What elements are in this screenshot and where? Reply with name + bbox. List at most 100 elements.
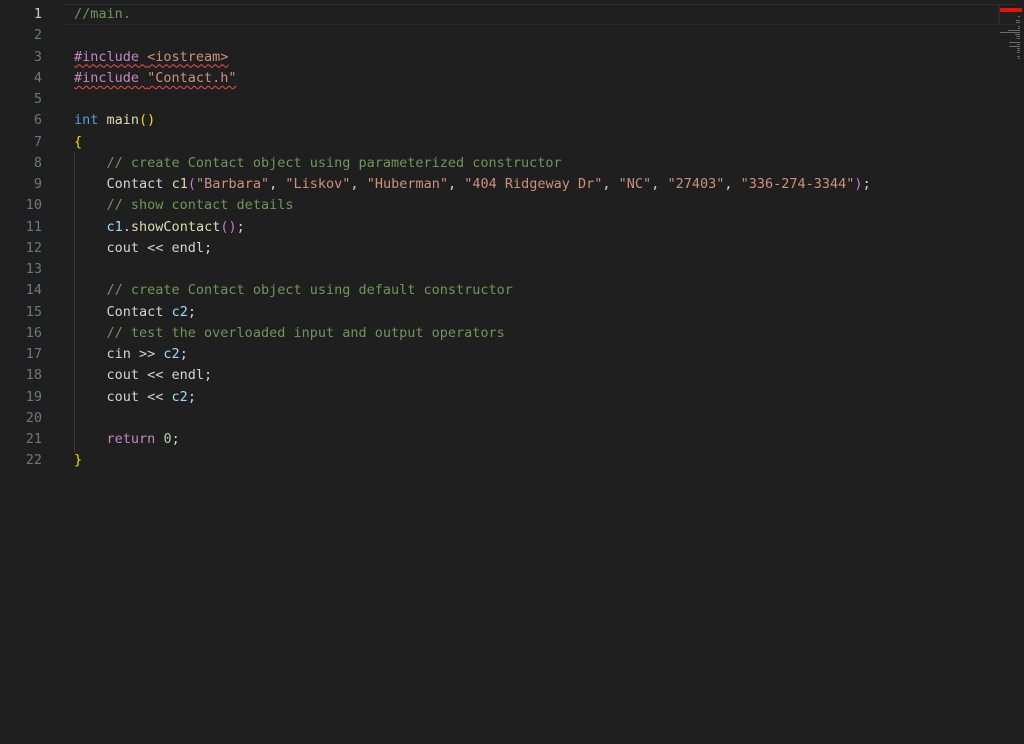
line-number[interactable]: 15 <box>0 302 56 323</box>
code-line[interactable] <box>74 89 984 110</box>
code-line[interactable]: //main. <box>74 4 984 25</box>
minimap-line <box>1000 32 1020 33</box>
code-line[interactable]: // show contact details <box>74 195 984 216</box>
code-line[interactable]: // test the overloaded input and output … <box>74 323 984 344</box>
code-token-comment: //main. <box>74 6 131 22</box>
code-line[interactable] <box>74 25 984 46</box>
code-token-brace1: { <box>74 133 83 150</box>
code-line[interactable]: int main() <box>74 110 984 131</box>
code-token-plain: , <box>724 176 741 192</box>
line-number[interactable]: 9 <box>0 174 56 195</box>
line-number[interactable]: 13 <box>0 259 56 280</box>
minimap-line <box>1018 58 1020 59</box>
code-token-plain: ; <box>862 176 871 192</box>
line-number[interactable]: 6 <box>0 110 56 131</box>
line-number[interactable]: 7 <box>0 132 56 153</box>
code-token-type: Contact <box>106 176 164 192</box>
code-line[interactable]: return 0; <box>74 429 984 450</box>
code-line[interactable]: cout << endl; <box>74 365 984 386</box>
code-token-string: "27403" <box>667 176 725 192</box>
code-token-string: "404 Ridgeway Dr" <box>464 176 603 192</box>
code-line[interactable]: cout << c2; <box>74 387 984 408</box>
line-number[interactable]: 4 <box>0 68 56 89</box>
minimap-line <box>1018 28 1020 29</box>
minimap[interactable] <box>998 0 1024 60</box>
code-token-plain: cout << <box>106 388 172 405</box>
code-token-func: c1 <box>171 176 188 192</box>
code-token-comment: // show contact details <box>106 197 294 214</box>
code-editor[interactable]: 1 2 3 4 5 6 7 8 9 10 11 12 13 14 15 16 17 18 19 20 21 22 //ma… <box>0 0 1024 744</box>
line-number[interactable]: 16 <box>0 323 56 344</box>
code-line[interactable]: cin >> c2; <box>74 344 984 365</box>
code-token-plain: , <box>269 176 286 192</box>
minimap-line <box>1017 52 1020 53</box>
minimap-line <box>1017 48 1020 49</box>
minimap-line <box>1018 26 1020 27</box>
minimap-line <box>1016 20 1020 21</box>
code-line[interactable] <box>74 259 984 280</box>
line-number[interactable]: 12 <box>0 238 56 259</box>
code-line[interactable] <box>74 408 984 429</box>
code-token-string: "Liskov" <box>285 176 351 192</box>
line-number-gutter[interactable]: 1 2 3 4 5 6 7 8 9 10 11 12 13 14 15 16 17 18 19 20 21 22 <box>0 4 56 472</box>
code-token-comment: // create Contact object using default c… <box>106 282 513 299</box>
code-token-var: c2 <box>163 346 180 362</box>
code-line[interactable]: #include <iostream> <box>74 47 984 68</box>
line-number[interactable]: 5 <box>0 89 56 110</box>
code-token-directive: #include <box>74 69 148 86</box>
line-number[interactable]: 2 <box>0 25 56 46</box>
line-number[interactable]: 18 <box>0 365 56 386</box>
line-number[interactable]: 17 <box>0 344 56 365</box>
code-token-brace1: () <box>139 112 156 129</box>
line-number[interactable]: 1 <box>0 4 56 25</box>
code-token-comment: // create Contact object using parameter… <box>106 154 562 171</box>
code-token-plain: , <box>602 176 619 192</box>
line-number[interactable]: 11 <box>0 217 56 238</box>
code-token-brace1: } <box>74 452 83 469</box>
code-token-keyword: int <box>74 112 99 129</box>
code-line[interactable]: Contact c2; <box>74 302 984 323</box>
code-token-brace2: ) <box>854 176 863 192</box>
code-token-plain: ; <box>171 431 180 447</box>
line-number[interactable]: 22 <box>0 450 56 471</box>
code-area[interactable]: //main. #include <iostream> #include "Con… <box>74 4 984 472</box>
line-number[interactable]: 19 <box>0 387 56 408</box>
code-line[interactable]: cout << endl; <box>74 238 984 259</box>
code-token-plain: ; <box>187 388 196 405</box>
code-token-plain: , <box>651 176 668 192</box>
code-token-var: c1 <box>106 218 123 235</box>
code-line[interactable]: Contact c1("Barbara", "Liskov", "Huberma… <box>74 174 984 195</box>
minimap-line <box>1018 16 1020 17</box>
minimap-line <box>1016 38 1020 39</box>
line-number[interactable]: 21 <box>0 429 56 450</box>
code-token-string: "Barbara" <box>195 176 270 192</box>
code-token-var: c2 <box>171 303 188 320</box>
code-token-func: showContact <box>130 218 221 235</box>
code-token-brace2: () <box>220 218 237 235</box>
code-line[interactable]: } <box>74 450 984 471</box>
line-number[interactable]: 10 <box>0 195 56 216</box>
code-line[interactable]: // create Contact object using default c… <box>74 280 984 301</box>
line-number[interactable]: 20 <box>0 408 56 429</box>
code-line[interactable]: // create Contact object using parameter… <box>74 153 984 174</box>
code-token-func: main <box>106 112 140 129</box>
minimap-line <box>1016 50 1020 51</box>
code-line[interactable]: { <box>74 132 984 153</box>
code-line[interactable]: #include "Contact.h" <box>74 68 984 89</box>
line-number[interactable]: 3 <box>0 47 56 68</box>
code-line[interactable]: c1.showContact(); <box>74 217 984 238</box>
code-token-plain: ; <box>187 303 196 320</box>
line-number[interactable]: 8 <box>0 153 56 174</box>
code-token-brace2: ( <box>187 176 196 192</box>
line-number[interactable]: 14 <box>0 280 56 301</box>
